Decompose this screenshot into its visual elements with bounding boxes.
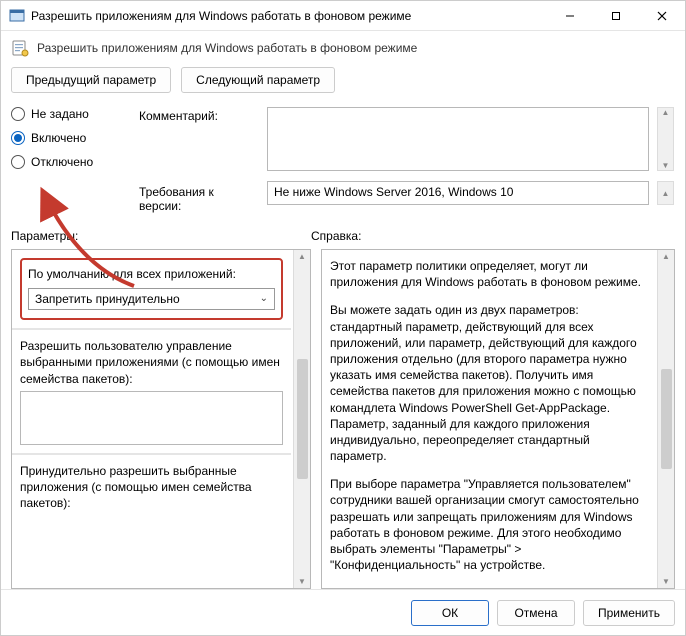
- requirements-text: Не ниже Windows Server 2016, Windows 10: [267, 181, 649, 205]
- window-title: Разрешить приложениям для Windows работа…: [31, 9, 411, 23]
- app-icon: [9, 8, 25, 24]
- scroll-down-icon: ▼: [662, 577, 670, 586]
- scroll-up-icon: ▲: [662, 189, 670, 198]
- options-scrollbar[interactable]: ▲ ▼: [293, 250, 310, 588]
- maximize-button[interactable]: [593, 1, 639, 31]
- options-pane: По умолчанию для всех приложений: Запрет…: [11, 249, 311, 589]
- radio-not-configured[interactable]: Не задано: [11, 107, 131, 121]
- comment-textarea[interactable]: [267, 107, 649, 171]
- nav-buttons: Предыдущий параметр Следующий параметр: [11, 67, 675, 93]
- separator: [12, 453, 291, 455]
- cancel-button[interactable]: Отмена: [497, 600, 575, 626]
- user-control-label: Разрешить пользователю управление выбран…: [20, 338, 283, 387]
- help-paragraph: Этот параметр политики определяет, могут…: [330, 258, 647, 290]
- requirements-scrollbar[interactable]: ▲: [657, 181, 674, 205]
- policy-header: Разрешить приложениям для Windows работа…: [11, 39, 675, 57]
- user-control-listbox[interactable]: [20, 391, 283, 445]
- force-allow-label: Принудительно разрешить выбранные прилож…: [20, 463, 283, 512]
- radio-label: Отключено: [31, 155, 93, 169]
- help-section-label: Справка:: [311, 229, 675, 243]
- radio-label: Не задано: [31, 107, 89, 121]
- dropdown-value: Запретить принудительно: [35, 291, 180, 307]
- chevron-down-icon: ⌄: [260, 292, 268, 306]
- requirements-label: Требования к версии:: [139, 181, 259, 213]
- scroll-up-icon: ▲: [298, 252, 306, 261]
- radio-disabled[interactable]: Отключено: [11, 155, 131, 169]
- scroll-up-icon: ▲: [662, 108, 670, 117]
- section-labels: Параметры: Справка:: [11, 229, 675, 243]
- help-pane: Этот параметр политики определяет, могут…: [321, 249, 675, 589]
- radio-icon: [11, 155, 25, 169]
- comment-scrollbar[interactable]: ▲ ▼: [657, 107, 674, 171]
- radio-icon: [11, 131, 25, 145]
- help-paragraph: Вы можете задать один из двух параметров…: [330, 302, 647, 464]
- default-option-dropdown[interactable]: Запретить принудительно ⌄: [28, 288, 275, 310]
- next-setting-button[interactable]: Следующий параметр: [181, 67, 335, 93]
- scroll-down-icon: ▼: [662, 161, 670, 170]
- close-button[interactable]: [639, 1, 685, 31]
- apply-button[interactable]: Применить: [583, 600, 675, 626]
- titlebar: Разрешить приложениям для Windows работа…: [1, 1, 685, 31]
- help-paragraph: При выборе параметра "Управляется пользо…: [330, 476, 647, 573]
- highlighted-default-group: По умолчанию для всех приложений: Запрет…: [20, 258, 283, 320]
- top-config: Не задано Включено Отключено Комментарий…: [11, 107, 675, 213]
- help-scrollbar[interactable]: ▲ ▼: [657, 250, 674, 588]
- scroll-down-icon: ▼: [298, 577, 306, 586]
- policy-icon: [11, 39, 29, 57]
- state-radios: Не задано Включено Отключено: [11, 107, 131, 169]
- radio-enabled[interactable]: Включено: [11, 131, 131, 145]
- scrollbar-thumb[interactable]: [297, 359, 308, 479]
- comment-label: Комментарий:: [139, 107, 259, 123]
- radio-icon: [11, 107, 25, 121]
- dialog-footer: ОК Отмена Применить: [1, 589, 685, 635]
- ok-button[interactable]: ОК: [411, 600, 489, 626]
- default-option-label: По умолчанию для всех приложений:: [28, 266, 275, 282]
- help-pane-content: Этот параметр политики определяет, могут…: [322, 250, 657, 588]
- radio-label: Включено: [31, 131, 86, 145]
- options-pane-content: По умолчанию для всех приложений: Запрет…: [12, 250, 293, 588]
- panes: По умолчанию для всех приложений: Запрет…: [11, 249, 675, 589]
- options-section-label: Параметры:: [11, 229, 311, 243]
- policy-title: Разрешить приложениям для Windows работа…: [37, 41, 417, 55]
- separator: [12, 328, 291, 330]
- client-area: Разрешить приложениям для Windows работа…: [1, 31, 685, 589]
- minimize-button[interactable]: [547, 1, 593, 31]
- previous-setting-button[interactable]: Предыдущий параметр: [11, 67, 171, 93]
- scroll-up-icon: ▲: [662, 252, 670, 261]
- scrollbar-thumb[interactable]: [661, 369, 672, 469]
